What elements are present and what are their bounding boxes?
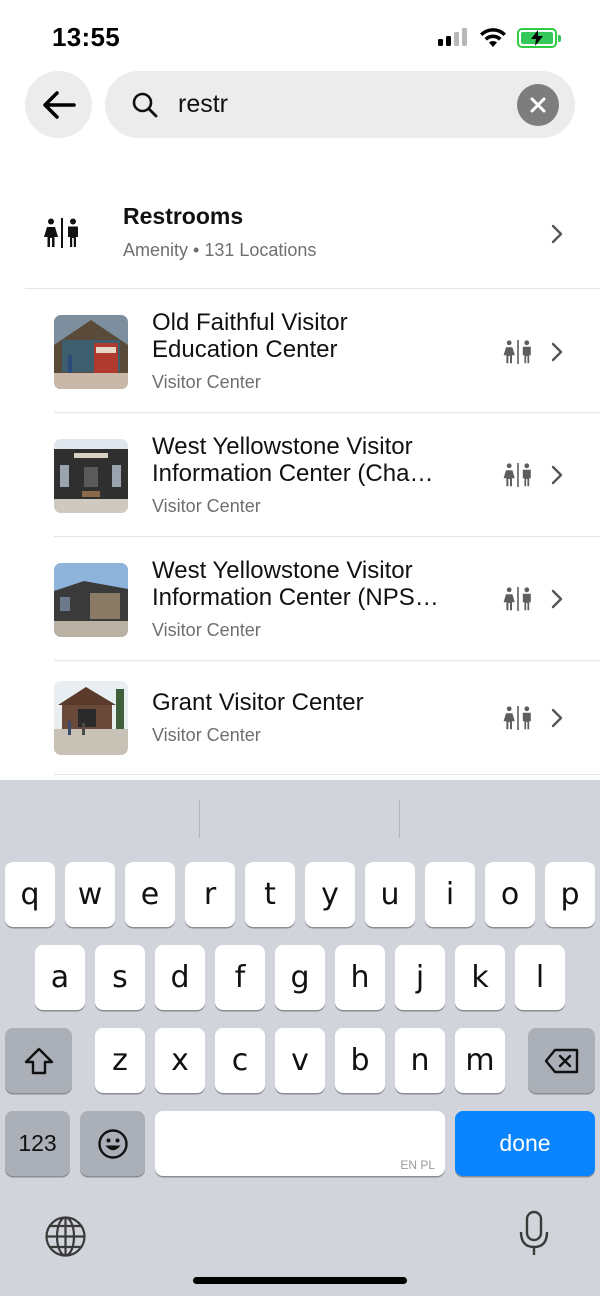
clear-search-button[interactable] bbox=[517, 84, 559, 126]
restroom-icon bbox=[503, 587, 531, 611]
key-g[interactable]: g bbox=[275, 945, 325, 1010]
key-t[interactable]: t bbox=[245, 862, 295, 927]
place-thumbnail bbox=[54, 439, 128, 513]
clear-x-icon bbox=[530, 97, 546, 113]
restroom-icon bbox=[503, 340, 531, 364]
place-result-item[interactable]: Old Faithful Visitor Education Center Vi… bbox=[0, 290, 600, 414]
place-subtitle: Visitor Center bbox=[152, 372, 261, 392]
key-x[interactable]: x bbox=[155, 1028, 205, 1093]
divider bbox=[54, 536, 600, 537]
place-subtitle: Visitor Center bbox=[152, 496, 261, 516]
key-s[interactable]: s bbox=[95, 945, 145, 1010]
place-thumbnail bbox=[54, 315, 128, 389]
place-result-item[interactable]: Grant Visitor Center Visitor Center bbox=[0, 662, 600, 786]
amenity-title: Restrooms bbox=[123, 203, 244, 229]
key-m[interactable]: m bbox=[455, 1028, 505, 1093]
emoji-icon bbox=[97, 1128, 128, 1159]
chevron-right-icon bbox=[551, 224, 563, 244]
place-result-item[interactable]: West Yellowstone Visitor Information Cen… bbox=[0, 538, 600, 662]
place-title: Old Faithful Visitor Education Center bbox=[152, 309, 348, 363]
arrow-left-icon bbox=[42, 90, 76, 119]
back-button[interactable] bbox=[25, 71, 92, 138]
chevron-right-icon bbox=[551, 465, 563, 485]
delete-key[interactable] bbox=[528, 1028, 595, 1093]
shift-icon bbox=[24, 1047, 53, 1074]
suggestion-divider bbox=[399, 800, 400, 838]
key-w[interactable]: w bbox=[65, 862, 115, 927]
restroom-icon bbox=[503, 463, 531, 487]
key-f[interactable]: f bbox=[215, 945, 265, 1010]
home-indicator[interactable] bbox=[193, 1277, 407, 1284]
key-k[interactable]: k bbox=[455, 945, 505, 1010]
amenity-result-restrooms[interactable]: Restrooms Amenity • 131 Locations bbox=[0, 178, 600, 288]
search-input[interactable] bbox=[178, 84, 508, 124]
space-key[interactable]: EN PL bbox=[155, 1111, 445, 1176]
battery-charging-icon bbox=[517, 28, 561, 48]
suggestion-divider bbox=[199, 800, 200, 838]
key-i[interactable]: i bbox=[425, 862, 475, 927]
wifi-icon bbox=[480, 28, 506, 47]
chevron-right-icon bbox=[551, 589, 563, 609]
done-key[interactable]: done bbox=[455, 1111, 595, 1176]
key-n[interactable]: n bbox=[395, 1028, 445, 1093]
search-bar[interactable] bbox=[105, 71, 575, 138]
place-title: West Yellowstone Visitor Information Cen… bbox=[152, 433, 434, 487]
numbers-key[interactable]: 123 bbox=[5, 1111, 70, 1176]
key-u[interactable]: u bbox=[365, 862, 415, 927]
key-j[interactable]: j bbox=[395, 945, 445, 1010]
key-b[interactable]: b bbox=[335, 1028, 385, 1093]
key-p[interactable]: p bbox=[545, 862, 595, 927]
divider bbox=[54, 660, 600, 661]
divider bbox=[54, 412, 600, 413]
place-result-item[interactable]: West Yellowstone Visitor Information Cen… bbox=[0, 414, 600, 538]
divider bbox=[54, 774, 600, 775]
amenity-subtitle: Amenity • 131 Locations bbox=[123, 240, 317, 260]
key-y[interactable]: y bbox=[305, 862, 355, 927]
emoji-key[interactable] bbox=[80, 1111, 145, 1176]
key-z[interactable]: z bbox=[95, 1028, 145, 1093]
place-title: West Yellowstone Visitor Information Cen… bbox=[152, 557, 439, 611]
place-thumbnail bbox=[54, 563, 128, 637]
restroom-icon bbox=[503, 706, 531, 730]
place-title: Grant Visitor Center bbox=[152, 689, 364, 716]
status-time: 13:55 bbox=[52, 22, 120, 52]
key-l[interactable]: l bbox=[515, 945, 565, 1010]
place-thumbnail bbox=[54, 681, 128, 755]
place-subtitle: Visitor Center bbox=[152, 725, 261, 745]
key-q[interactable]: q bbox=[5, 862, 55, 927]
place-subtitle: Visitor Center bbox=[152, 620, 261, 640]
key-c[interactable]: c bbox=[215, 1028, 265, 1093]
key-h[interactable]: h bbox=[335, 945, 385, 1010]
key-d[interactable]: d bbox=[155, 945, 205, 1010]
status-bar: 13:55 bbox=[0, 0, 600, 70]
key-r[interactable]: r bbox=[185, 862, 235, 927]
globe-icon[interactable] bbox=[44, 1215, 87, 1258]
cellular-signal-icon bbox=[438, 28, 467, 46]
key-o[interactable]: o bbox=[485, 862, 535, 927]
key-a[interactable]: a bbox=[35, 945, 85, 1010]
key-v[interactable]: v bbox=[275, 1028, 325, 1093]
magnifier-icon bbox=[132, 92, 158, 118]
shift-key[interactable] bbox=[5, 1028, 72, 1093]
key-e[interactable]: e bbox=[125, 862, 175, 927]
restroom-icon bbox=[44, 218, 78, 248]
microphone-icon[interactable] bbox=[518, 1210, 550, 1258]
chevron-right-icon bbox=[551, 708, 563, 728]
space-language-label: EN PL bbox=[400, 1158, 435, 1172]
divider bbox=[25, 288, 600, 289]
chevron-right-icon bbox=[551, 342, 563, 362]
backspace-icon bbox=[544, 1048, 578, 1073]
